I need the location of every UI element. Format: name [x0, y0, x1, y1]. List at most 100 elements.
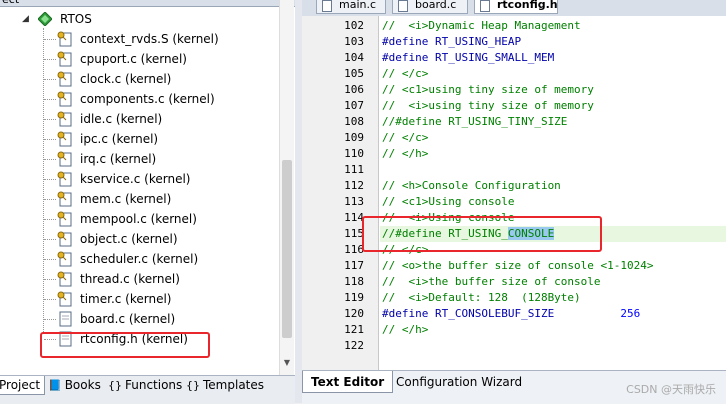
line-number: 104: [344, 51, 364, 64]
code-line[interactable]: //#define RT_USING_TINY_SIZE: [382, 114, 567, 130]
code-line[interactable]: // </h>: [382, 322, 428, 338]
code-text: #define RT_CONSOLEBUF_SIZE: [382, 307, 621, 320]
source-file-key-icon: [57, 251, 72, 267]
tab-rtconfig-h[interactable]: rtconfig.h: [474, 0, 558, 14]
code-line[interactable]: // <c1>using tiny size of memory: [382, 82, 594, 98]
tab-project[interactable]: Project: [0, 376, 46, 395]
file-label: kservice.c (kernel): [80, 172, 191, 186]
line-number: 113: [344, 195, 364, 208]
code-line[interactable]: #define RT_CONSOLEBUF_SIZE 256: [382, 306, 640, 322]
source-file-key-icon: [57, 91, 72, 107]
code-line[interactable]: // <i>Dynamic Heap Management: [382, 18, 581, 34]
file-item[interactable]: context_rvds.S (kernel): [0, 30, 278, 48]
code-text: #define RT_USING_SMALL_MEM: [382, 51, 555, 64]
line-number: 119: [344, 291, 364, 304]
file-item[interactable]: mem.c (kernel): [0, 190, 278, 208]
line-number: 112: [344, 179, 364, 192]
group-label-rtos[interactable]: RTOS: [60, 10, 92, 28]
file-label: ipc.c (kernel): [80, 132, 159, 146]
line-number: 116: [344, 243, 364, 256]
line-number: 110: [344, 147, 364, 160]
file-item[interactable]: scheduler.c (kernel): [0, 250, 278, 268]
code-line[interactable]: // <i>Default: 128 (128Byte): [382, 290, 581, 306]
file-label: mem.c (kernel): [80, 192, 172, 206]
tab-books[interactable]: 📘 Books: [44, 376, 105, 394]
file-item[interactable]: mempool.c (kernel): [0, 210, 278, 228]
file-icon: [398, 0, 408, 12]
code-line[interactable]: #define RT_USING_SMALL_MEM: [382, 50, 554, 66]
tab-templates[interactable]: {} Templates: [182, 376, 268, 394]
code-line[interactable]: #define RT_USING_HEAP: [382, 34, 521, 50]
code-text: // </c>: [382, 131, 429, 144]
file-item[interactable]: object.c (kernel): [0, 230, 278, 248]
file-icon: [480, 0, 490, 12]
code-text: // <i>using tiny size of memory: [382, 99, 594, 112]
code-text: // <c1>using tiny size of memory: [382, 83, 594, 96]
file-label: thread.c (kernel): [80, 272, 180, 286]
tab-main-c[interactable]: main.c: [316, 0, 386, 14]
editor-tab-bar: main.c board.c rtconfig.h: [302, 0, 726, 16]
code-line[interactable]: // </h>: [382, 146, 428, 162]
code-text: // </h>: [382, 323, 429, 336]
file-label: board.c (kernel): [80, 312, 176, 326]
code-text: // </c>: [382, 67, 429, 80]
file-item[interactable]: timer.c (kernel): [0, 290, 278, 308]
file-label: timer.c (kernel): [80, 292, 172, 306]
file-item[interactable]: components.c (kernel): [0, 90, 278, 108]
file-label: context_rvds.S (kernel): [80, 32, 219, 46]
tab-functions[interactable]: {} Functions: [104, 376, 186, 394]
panel-splitter[interactable]: [295, 0, 302, 403]
file-icon: [322, 0, 332, 12]
project-panel-tabs: Project 📘 Books {} Functions {} Templates: [0, 375, 295, 404]
code-line[interactable]: // </c>: [382, 130, 428, 146]
file-label: mempool.c (kernel): [80, 212, 197, 226]
code-text: // <c1>Using console: [382, 195, 515, 208]
source-file-key-icon: [57, 51, 72, 67]
line-number: 108: [344, 115, 364, 128]
code-line[interactable]: // <i>using tiny size of memory: [382, 98, 594, 114]
annotation-highlight-box: [362, 216, 602, 252]
file-label: idle.c (kernel): [80, 112, 163, 126]
file-item[interactable]: ipc.c (kernel): [0, 130, 278, 148]
code-line[interactable]: // </c>: [382, 66, 428, 82]
line-number: 103: [344, 35, 364, 48]
collapse-icon[interactable]: ◢: [22, 14, 29, 24]
line-number: 106: [344, 83, 364, 96]
tab-board-c[interactable]: board.c: [392, 0, 468, 14]
line-number: 117: [344, 259, 364, 272]
code-line[interactable]: // <i>the buffer size of console: [382, 274, 601, 290]
code-text: // <h>Console Configuration: [382, 179, 561, 192]
source-file-key-icon: [57, 31, 72, 47]
code-text: // <o>the buffer size of console <1-1024…: [382, 259, 654, 272]
file-item[interactable]: clock.c (kernel): [0, 70, 278, 88]
code-text: //#define RT_USING_TINY_SIZE: [382, 115, 568, 128]
scrollbar-thumb[interactable]: [282, 160, 292, 338]
file-item[interactable]: idle.c (kernel): [0, 110, 278, 128]
code-line[interactable]: // <c1>Using console: [382, 194, 514, 210]
vertical-scrollbar[interactable]: ▼: [279, 0, 294, 375]
file-label: irq.c (kernel): [80, 152, 157, 166]
source-file-icon: [57, 311, 72, 327]
code-line[interactable]: // <h>Console Configuration: [382, 178, 561, 194]
code-editor[interactable]: 102 103 104 105 106 107 108 109 110 111 112 113 114 1…: [302, 16, 726, 370]
file-item[interactable]: cpuport.c (kernel): [0, 50, 278, 68]
line-number: 118: [344, 275, 364, 288]
code-text: // <i>Default: 128 (128Byte): [382, 291, 581, 304]
code-line[interactable]: // <o>the buffer size of console <1-1024…: [382, 258, 654, 274]
tab-text-editor[interactable]: Text Editor: [302, 371, 394, 393]
file-item[interactable]: thread.c (kernel): [0, 270, 278, 288]
source-file-key-icon: [57, 271, 72, 287]
line-number: 114: [344, 211, 364, 224]
annotation-highlight-box: [40, 332, 210, 358]
file-item[interactable]: board.c (kernel): [0, 310, 278, 328]
diamond-group-icon: [38, 12, 52, 26]
watermark: CSDN @天雨快乐: [626, 383, 716, 396]
line-number: 122: [344, 339, 364, 352]
code-text: // <i>Dynamic Heap Management: [382, 19, 581, 32]
file-item[interactable]: irq.c (kernel): [0, 150, 278, 168]
tab-configuration-wizard[interactable]: Configuration Wizard: [388, 371, 530, 393]
file-label: cpuport.c (kernel): [80, 52, 187, 66]
scroll-down-arrow-icon[interactable]: ▼: [282, 356, 292, 370]
numeric-value: 256: [620, 307, 641, 320]
file-item[interactable]: kservice.c (kernel): [0, 170, 278, 188]
